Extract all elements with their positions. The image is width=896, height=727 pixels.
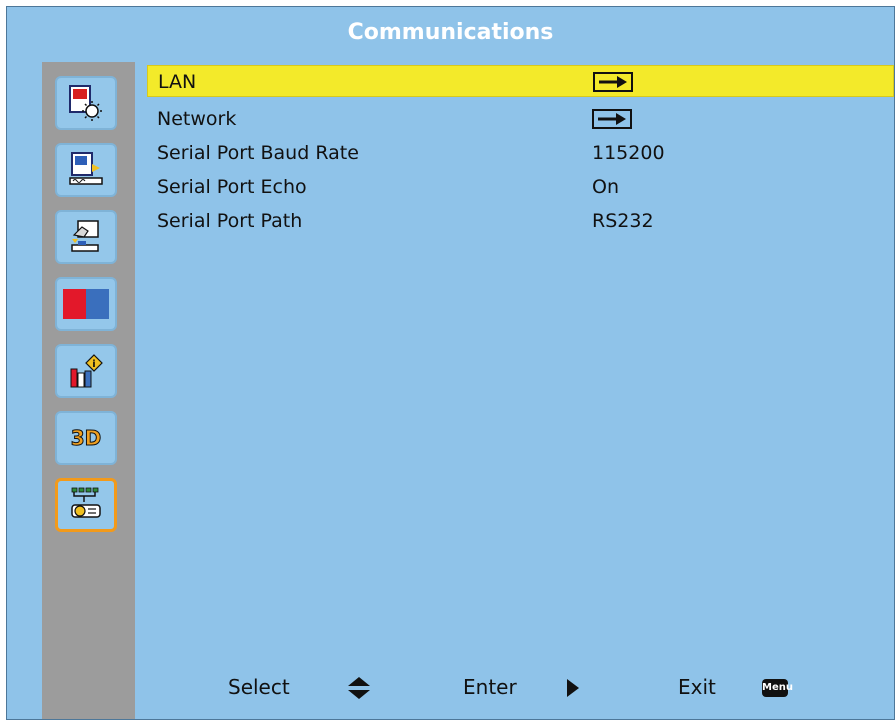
footer-hints: Select Enter Exit Menu: [7, 667, 894, 707]
up-down-arrow-icon: [347, 676, 371, 705]
menu-item-serial-port-baud-rate[interactable]: Serial Port Baud Rate 115200: [147, 137, 894, 169]
menu-item-serial-port-path[interactable]: Serial Port Path RS232: [147, 205, 894, 237]
menu-item-lan[interactable]: LAN: [147, 65, 894, 97]
menu-frame: Communications i 3D LAN Network Serial P…: [6, 6, 895, 720]
menu-item-label: Serial Port Path: [157, 210, 303, 232]
3d-icon[interactable]: 3D: [55, 411, 117, 465]
setup-icon[interactable]: [55, 210, 117, 264]
menu-item-label: Network: [157, 108, 237, 130]
communications-icon[interactable]: [55, 478, 117, 532]
submenu-arrow-icon: [593, 72, 633, 92]
right-arrow-icon: [567, 678, 579, 702]
menu-item-label: Serial Port Baud Rate: [157, 142, 359, 164]
menu-title: Communications: [347, 20, 554, 45]
menu-key-icon: Menu: [762, 679, 793, 697]
enter-hint-label: Enter: [463, 675, 517, 699]
sidebar: i 3D: [42, 62, 135, 719]
submenu-arrow-icon: [592, 109, 632, 129]
info-icon[interactable]: i: [55, 344, 117, 398]
menu-item-value: RS232: [592, 210, 654, 232]
svg-text:i: i: [92, 359, 95, 370]
3d-icon-label: 3D: [71, 426, 102, 450]
menu-item-label: LAN: [158, 71, 197, 93]
menu-item-value: On: [592, 176, 619, 198]
menu-item-label: Serial Port Echo: [157, 176, 307, 198]
picture-settings-icon[interactable]: [55, 76, 117, 130]
menu-item-value: 115200: [592, 142, 665, 164]
menu-item-network[interactable]: Network: [147, 103, 894, 135]
osd-window: Communications i 3D LAN Network Serial P…: [0, 0, 896, 727]
color-icon[interactable]: [55, 277, 117, 331]
exit-hint-label: Exit: [678, 675, 716, 699]
menu-item-serial-port-echo[interactable]: Serial Port Echo On: [147, 171, 894, 203]
select-hint-label: Select: [228, 675, 290, 699]
display-settings-icon[interactable]: [55, 143, 117, 197]
